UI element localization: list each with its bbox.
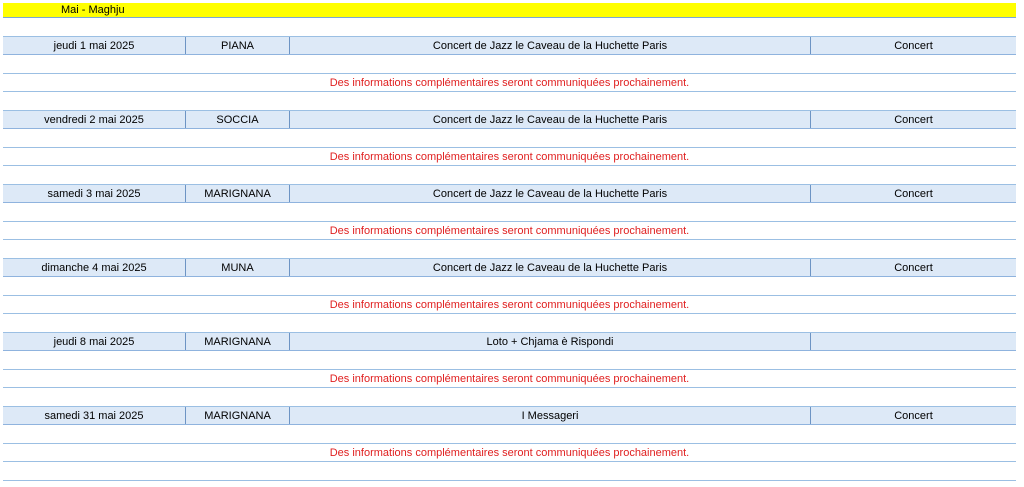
event-title: I Messageri (290, 407, 811, 424)
event-block: samedi 3 mai 2025 MARIGNANA Concert de J… (3, 185, 1016, 259)
event-title: Concert de Jazz le Caveau de la Huchette… (290, 185, 811, 202)
event-info-text: Des informations complémentaires seront … (329, 446, 690, 459)
event-info: Des informations complémentaires seront … (3, 222, 1016, 240)
blank-row (3, 129, 1016, 148)
event-type-text: Concert (894, 113, 933, 126)
event-place-text: PIANA (220, 39, 254, 52)
blank-row (3, 351, 1016, 370)
month-title: Mai - Maghju (61, 4, 125, 16)
spacer-row (3, 92, 1016, 111)
event-title: Concert de Jazz le Caveau de la Huchette… (290, 111, 811, 128)
event-date-text: jeudi 8 mai 2025 (53, 335, 135, 348)
event-date-text: samedi 31 mai 2025 (44, 409, 144, 422)
event-info: Des informations complémentaires seront … (3, 148, 1016, 166)
event-title-text: Concert de Jazz le Caveau de la Huchette… (432, 187, 668, 200)
event-title-text: Concert de Jazz le Caveau de la Huchette… (432, 39, 668, 52)
event-row: samedi 31 mai 2025 MARIGNANA I Messageri… (3, 407, 1016, 425)
event-date: jeudi 1 mai 2025 (3, 37, 186, 54)
event-info: Des informations complémentaires seront … (3, 444, 1016, 462)
event-block: jeudi 1 mai 2025 PIANA Concert de Jazz l… (3, 37, 1016, 111)
event-title-text: Concert de Jazz le Caveau de la Huchette… (432, 113, 668, 126)
event-row: samedi 3 mai 2025 MARIGNANA Concert de J… (3, 185, 1016, 203)
month-header: Mai - Maghju (3, 3, 1016, 18)
event-type-text: Concert (894, 39, 933, 52)
event-place-text: SOCCIA (216, 113, 259, 126)
event-info-text: Des informations complémentaires seront … (329, 298, 690, 311)
events-sheet: Mai - Maghju jeudi 1 mai 2025 PIANA Conc… (3, 3, 1016, 481)
event-info-text: Des informations complémentaires seront … (329, 150, 690, 163)
event-type: Concert (811, 111, 1016, 128)
event-title: Concert de Jazz le Caveau de la Huchette… (290, 37, 811, 54)
event-type-text: Concert (894, 187, 933, 200)
event-type: Concert (811, 185, 1016, 202)
spacer-row (3, 166, 1016, 185)
blank-row (3, 203, 1016, 222)
event-place: SOCCIA (186, 111, 290, 128)
event-info-text: Des informations complémentaires seront … (329, 224, 690, 237)
event-row: jeudi 8 mai 2025 MARIGNANA Loto + Chjama… (3, 333, 1016, 351)
event-info-text: Des informations complémentaires seront … (329, 76, 690, 89)
event-date: jeudi 8 mai 2025 (3, 333, 186, 350)
blank-row (3, 55, 1016, 74)
event-place: PIANA (186, 37, 290, 54)
event-place-text: MUNA (221, 261, 254, 274)
event-row: dimanche 4 mai 2025 MUNA Concert de Jazz… (3, 259, 1016, 277)
event-type: Concert (811, 407, 1016, 424)
event-title-text: Concert de Jazz le Caveau de la Huchette… (432, 261, 668, 274)
blank-row (3, 425, 1016, 444)
event-date-text: dimanche 4 mai 2025 (41, 261, 147, 274)
event-place: MARIGNANA (186, 333, 290, 350)
event-date-text: samedi 3 mai 2025 (47, 187, 141, 200)
gap-row (3, 18, 1016, 37)
events-list: jeudi 1 mai 2025 PIANA Concert de Jazz l… (3, 37, 1016, 481)
event-info: Des informations complémentaires seront … (3, 74, 1016, 92)
event-date: samedi 31 mai 2025 (3, 407, 186, 424)
event-row: vendredi 2 mai 2025 SOCCIA Concert de Ja… (3, 111, 1016, 129)
event-title-text: Loto + Chjama è Rispondi (486, 335, 614, 348)
event-title: Loto + Chjama è Rispondi (290, 333, 811, 350)
event-date: vendredi 2 mai 2025 (3, 111, 186, 128)
event-info: Des informations complémentaires seront … (3, 370, 1016, 388)
event-row: jeudi 1 mai 2025 PIANA Concert de Jazz l… (3, 37, 1016, 55)
event-type-text: Concert (894, 409, 933, 422)
event-place-text: MARIGNANA (204, 335, 271, 348)
event-date: dimanche 4 mai 2025 (3, 259, 186, 276)
event-type: Concert (811, 259, 1016, 276)
event-info: Des informations complémentaires seront … (3, 296, 1016, 314)
spacer-row (3, 462, 1016, 481)
event-type-text: Concert (894, 261, 933, 274)
event-place-text: MARIGNANA (204, 187, 271, 200)
event-block: dimanche 4 mai 2025 MUNA Concert de Jazz… (3, 259, 1016, 333)
event-type (811, 333, 1016, 350)
event-date-text: jeudi 1 mai 2025 (53, 39, 135, 52)
event-place: MUNA (186, 259, 290, 276)
spacer-row (3, 388, 1016, 407)
event-info-text: Des informations complémentaires seront … (329, 372, 690, 385)
event-block: samedi 31 mai 2025 MARIGNANA I Messageri… (3, 407, 1016, 481)
event-place: MARIGNANA (186, 407, 290, 424)
event-block: vendredi 2 mai 2025 SOCCIA Concert de Ja… (3, 111, 1016, 185)
blank-row (3, 277, 1016, 296)
event-title-text: I Messageri (521, 409, 579, 422)
event-title: Concert de Jazz le Caveau de la Huchette… (290, 259, 811, 276)
event-place-text: MARIGNANA (204, 409, 271, 422)
spacer-row (3, 314, 1016, 333)
event-type: Concert (811, 37, 1016, 54)
event-block: jeudi 8 mai 2025 MARIGNANA Loto + Chjama… (3, 333, 1016, 407)
spacer-row (3, 240, 1016, 259)
event-place: MARIGNANA (186, 185, 290, 202)
event-date: samedi 3 mai 2025 (3, 185, 186, 202)
event-date-text: vendredi 2 mai 2025 (44, 113, 144, 126)
